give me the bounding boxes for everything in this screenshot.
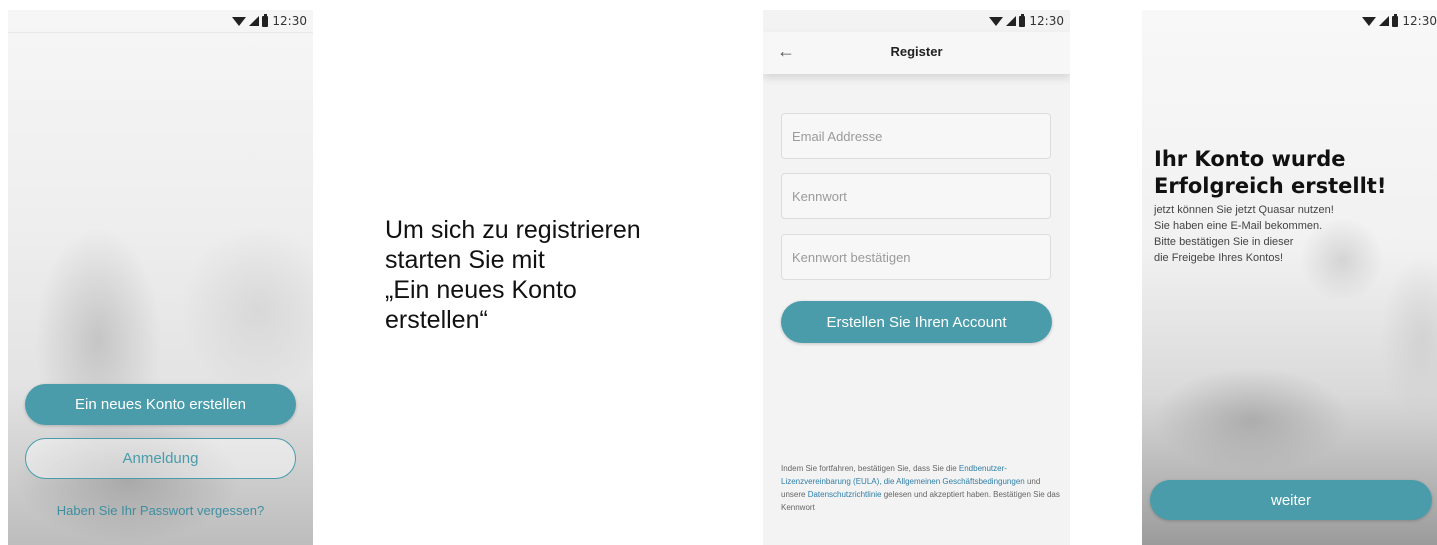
confirm-password-field[interactable]: Kennwort bestätigen	[781, 234, 1051, 280]
status-bar: 12:30	[763, 10, 1070, 32]
success-title: Ihr Konto wurde Erfolgreich erstellt!	[1154, 147, 1387, 198]
create-account-button[interactable]: Erstellen Sie Ihren Account	[781, 301, 1052, 343]
page-title: Register	[890, 44, 943, 59]
success-screen: 12:30 Ihr Konto wurde Erfolgreich erstel…	[1142, 10, 1437, 545]
password-field[interactable]: Kennwort	[781, 173, 1051, 219]
message-line: Sie haben eine E-Mail bekommen.	[1154, 220, 1323, 232]
battery-icon	[1392, 13, 1399, 27]
message-line: die Freigebe Ihres Kontos!	[1154, 252, 1284, 264]
email-placeholder: Email Addresse	[792, 128, 883, 144]
legal-text: Indem Sie fortfahren, bestätigen Sie, da…	[781, 464, 959, 473]
status-bar: 12:30	[1142, 10, 1437, 32]
password-placeholder: Kennwort	[792, 188, 847, 204]
email-field[interactable]: Email Addresse	[781, 113, 1051, 159]
signal-icon	[249, 16, 260, 26]
welcome-screen: 12:30 Ein neues Konto erstellen Anmeldun…	[8, 10, 313, 545]
privacy-policy-link[interactable]: Datenschutzrichtlinie	[808, 490, 882, 499]
wifi-icon	[232, 16, 247, 26]
message-line: Bitte bestätigen Sie in dieser	[1154, 236, 1294, 248]
divider	[8, 32, 313, 33]
success-message: jetzt können Sie jetzt Quasar nutzen! Si…	[1154, 202, 1434, 266]
create-account-button[interactable]: Ein neues Konto erstellen	[25, 384, 296, 425]
status-time: 12:30	[1402, 14, 1437, 28]
battery-icon	[1019, 13, 1026, 27]
signal-icon	[1379, 16, 1390, 26]
confirm-password-placeholder: Kennwort bestätigen	[792, 249, 911, 265]
continue-button[interactable]: weiter	[1150, 480, 1432, 520]
status-bar: 12:30	[8, 10, 313, 32]
app-bar: ← Register	[763, 32, 1070, 74]
legal-notice: Indem Sie fortfahren, bestätigen Sie, da…	[781, 462, 1061, 514]
register-screen: 12:30 ← Register Email Addresse Kennwort…	[763, 10, 1070, 545]
instruction-text: Um sich zu registrieren starten Sie mit …	[385, 216, 641, 334]
status-time: 12:30	[1029, 14, 1064, 28]
battery-icon	[262, 13, 269, 27]
status-time: 12:30	[272, 14, 307, 28]
wifi-icon	[989, 16, 1004, 26]
wifi-icon	[1362, 16, 1377, 26]
signal-icon	[1006, 16, 1017, 26]
forgot-password-link[interactable]: Haben Sie Ihr Passwort vergessen?	[8, 503, 313, 518]
login-button[interactable]: Anmeldung	[25, 438, 296, 479]
message-line: jetzt können Sie jetzt Quasar nutzen!	[1154, 204, 1334, 216]
